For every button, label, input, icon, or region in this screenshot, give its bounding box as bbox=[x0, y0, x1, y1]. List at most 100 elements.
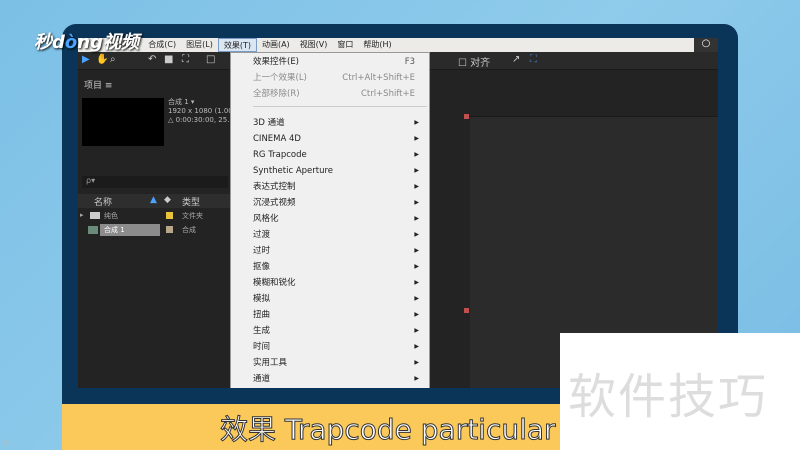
menu-item-submenu[interactable]: RG Trapcode ▶ bbox=[253, 147, 423, 163]
menu-item-submenu[interactable]: 时间 ▶ bbox=[253, 339, 423, 355]
menu-effect[interactable]: 效果(T) bbox=[217, 38, 257, 52]
column-type[interactable]: 类型 bbox=[182, 195, 200, 208]
selection-tool-icon[interactable]: ▶ bbox=[82, 54, 90, 65]
menu-item-label: 沉浸式视频 bbox=[253, 198, 296, 208]
menu-item-submenu[interactable]: 过渡 ▶ bbox=[253, 227, 423, 243]
submenu-arrow-icon: ▶ bbox=[414, 311, 419, 318]
work-area-marker[interactable] bbox=[464, 308, 469, 313]
submenu-arrow-icon: ▶ bbox=[414, 167, 419, 174]
menu-composition[interactable]: 合成(C) bbox=[143, 38, 181, 52]
subtitle-text: 效果 Trapcode particular bbox=[220, 413, 557, 447]
menu-item-submenu[interactable]: 模糊和锐化 ▶ bbox=[253, 275, 423, 291]
menu-item-label: 过时 bbox=[253, 246, 271, 256]
submenu-arrow-icon: ▶ bbox=[414, 199, 419, 206]
folder-icon bbox=[90, 212, 100, 219]
menu-item-submenu[interactable]: 风格化 ▶ bbox=[253, 211, 423, 227]
menu-item-previous-effect: 上一个效果(L) Ctrl+Alt+Shift+E bbox=[253, 73, 415, 83]
rotate-tool-icon[interactable]: ↶ bbox=[148, 54, 156, 65]
menu-item-submenu[interactable]: 抠像 ▶ bbox=[253, 259, 423, 275]
pin-icon[interactable]: ↗ bbox=[512, 54, 520, 65]
submenu-arrow-icon: ▶ bbox=[414, 343, 419, 350]
camera-tool-icon[interactable]: ■ bbox=[164, 54, 173, 65]
project-row[interactable]: ▸ 纯色 文件夹 bbox=[78, 209, 230, 223]
project-panel-title: 项目 ≡ bbox=[84, 78, 112, 91]
menu-item-submenu[interactable]: 3D 通道 ▶ bbox=[253, 115, 423, 131]
menu-help[interactable]: 帮助(H) bbox=[358, 38, 396, 52]
menu-item-submenu[interactable]: 模拟 ▶ bbox=[253, 291, 423, 307]
menu-animation[interactable]: 动画(A) bbox=[257, 38, 295, 52]
menu-item-label: 3D 通道 bbox=[253, 118, 285, 128]
menu-item-submenu[interactable]: CINEMA 4D ▶ bbox=[253, 131, 423, 147]
submenu-arrow-icon: ▶ bbox=[414, 375, 419, 382]
submenu-arrow-icon: ▶ bbox=[414, 327, 419, 334]
watermark-text: 软件技巧 bbox=[568, 369, 769, 425]
menu-edit-visible-fragment: E) bbox=[4, 440, 11, 447]
submenu-arrow-icon: ▶ bbox=[414, 215, 419, 222]
menu-item-label: 时间 bbox=[253, 342, 271, 352]
hand-tool-icon[interactable]: ✋ bbox=[96, 54, 108, 65]
menu-separator bbox=[253, 106, 427, 107]
menu-item-label: 扭曲 bbox=[253, 310, 271, 320]
submenu-arrow-icon: ▶ bbox=[414, 183, 419, 190]
menu-item-submenu[interactable]: 扭曲 ▶ bbox=[253, 307, 423, 323]
submenu-arrow-icon: ▶ bbox=[414, 263, 419, 270]
panel-menu-icon[interactable]: ≡ bbox=[105, 81, 113, 91]
sort-icon[interactable]: ▲ bbox=[150, 195, 157, 205]
menu-view[interactable]: 视图(V) bbox=[295, 38, 333, 52]
work-area-marker[interactable] bbox=[464, 114, 469, 119]
menu-bar: 编辑(E) 合成(C) 图层(L) 效果(T) 动画(A) 视图(V) 窗口 帮… bbox=[78, 38, 718, 52]
submenu-arrow-icon: ▶ bbox=[414, 151, 419, 158]
row-name: 纯色 bbox=[104, 212, 118, 220]
menu-item-submenu[interactable]: 生成 ▶ bbox=[253, 323, 423, 339]
row-name[interactable]: 合成 1 bbox=[100, 224, 160, 236]
menu-item-submenu[interactable]: Synthetic Aperture ▶ bbox=[253, 163, 423, 179]
label-color bbox=[166, 226, 173, 233]
menu-item-label: 生成 bbox=[253, 326, 271, 336]
menu-item-remove-all: 全部移除(R) Ctrl+Shift+E bbox=[253, 89, 415, 99]
submenu-arrow-icon: ▶ bbox=[414, 135, 419, 142]
menu-item-effect-controls[interactable]: 效果控件(E) F3 bbox=[253, 54, 423, 70]
snap-checkbox[interactable]: ☐ 对齐 bbox=[458, 54, 490, 69]
project-row[interactable]: 合成 1 合成 bbox=[78, 223, 230, 237]
watermark-box: 软件技巧 bbox=[560, 333, 800, 450]
submenu-arrow-icon: ▶ bbox=[414, 231, 419, 238]
menu-item-label: Synthetic Aperture bbox=[253, 166, 334, 176]
menu-window[interactable]: 窗口 bbox=[332, 38, 358, 52]
column-name[interactable]: 名称 bbox=[94, 195, 112, 208]
submenu-arrow-icon: ▶ bbox=[414, 279, 419, 286]
effect-menu-dropdown: 效果控件(E) F3 上一个效果(L) Ctrl+Alt+Shift+E 全部移除(… bbox=[230, 52, 430, 388]
snap-label: 对齐 bbox=[470, 58, 491, 69]
comp-name[interactable]: 合成 1 ▾ bbox=[168, 98, 238, 107]
menu-item-label: 风格化 bbox=[253, 214, 279, 224]
menu-item-submenu[interactable]: 透视▶ bbox=[253, 387, 423, 388]
expand-icon[interactable]: ▸ bbox=[80, 211, 84, 219]
menu-item-submenu[interactable]: 通道 ▶ bbox=[253, 371, 423, 387]
comp-info: 合成 1 ▾ 1920 x 1080 (1.00) △ 0:00:30:00, … bbox=[168, 98, 238, 125]
comp-thumbnail bbox=[82, 98, 164, 146]
rectangle-tool-icon[interactable]: □ bbox=[206, 54, 215, 65]
menu-item-submenu[interactable]: 过时 ▶ bbox=[253, 243, 423, 259]
submenu-arrow-icon: ▶ bbox=[414, 247, 419, 254]
project-title: 项目 bbox=[84, 81, 103, 91]
zoom-tool-icon[interactable]: ⌕ bbox=[110, 54, 116, 65]
submenu-arrow-icon: ▶ bbox=[414, 359, 419, 366]
menu-item-submenu[interactable]: 实用工具 ▶ bbox=[253, 355, 423, 371]
comp-size: 1920 x 1080 (1.00) bbox=[168, 107, 236, 115]
comp-duration: △ 0:00:30:00, 25.00 bbox=[168, 116, 239, 124]
menu-item-submenu[interactable]: 表达式控制 ▶ bbox=[253, 179, 423, 195]
submenu-arrow-icon: ▶ bbox=[414, 119, 419, 126]
column-header: 名称 ▲ ◆ 类型 bbox=[78, 194, 230, 208]
pan-behind-tool-icon[interactable]: ⛶ bbox=[182, 54, 189, 65]
menu-item-label: 模拟 bbox=[253, 294, 271, 304]
menu-item-label: 通道 bbox=[253, 374, 271, 384]
menu-item-label: 实用工具 bbox=[253, 358, 288, 368]
site-logo: 秒dòng视频 bbox=[34, 32, 139, 53]
menu-item-submenu[interactable]: 沉浸式视频 ▶ bbox=[253, 195, 423, 211]
project-search-input[interactable]: ρ▾ bbox=[82, 176, 228, 188]
menu-item-label: 模糊和锐化 bbox=[253, 278, 296, 288]
menu-item-label: CINEMA 4D bbox=[253, 134, 301, 144]
menu-layer[interactable]: 图层(L) bbox=[181, 38, 218, 52]
menu-item-label: 过渡 bbox=[253, 230, 271, 240]
label-tag-icon: ◆ bbox=[164, 195, 171, 205]
grid-icon[interactable]: ⛶ bbox=[530, 54, 537, 65]
